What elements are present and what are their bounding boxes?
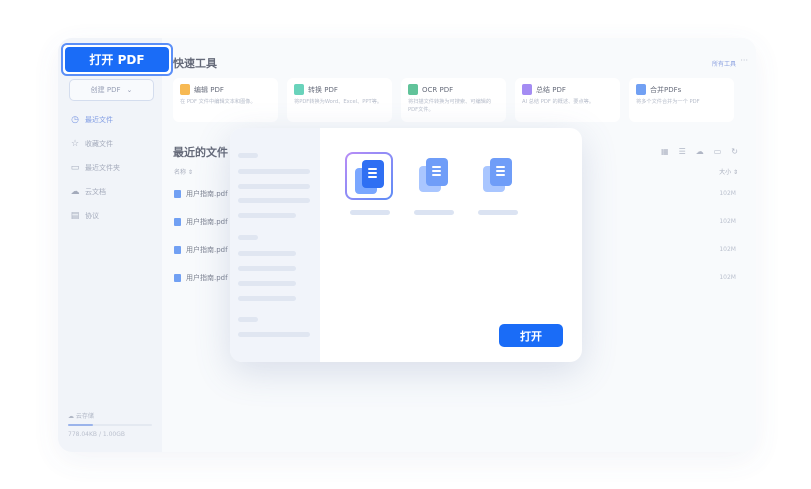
- tool-card-edit-pdf[interactable]: 编辑 PDF 在 PDF 文件中编辑文本和图像。: [173, 78, 278, 122]
- tool-card-title: OCR PDF: [422, 85, 454, 94]
- cloud-storage-label: ☁ 云存储: [68, 413, 94, 420]
- file-name: 用户指南.pdf: [186, 218, 228, 226]
- placeholder-bar: [238, 317, 258, 322]
- placeholder-bar: [238, 281, 296, 286]
- open-pdf-label: 打开 PDF: [65, 47, 169, 72]
- cloud-icon: ☁: [68, 413, 74, 420]
- open-pdf-button[interactable]: 打开 PDF: [61, 43, 173, 76]
- tool-card-title: 转换 PDF: [308, 85, 338, 94]
- summarize-pdf-icon: [522, 84, 532, 95]
- placeholder-bar: [238, 184, 310, 189]
- folder-icon: ▭: [70, 163, 80, 173]
- pdf-doc-icon: [490, 158, 512, 186]
- column-header-size[interactable]: 大小 ⇕: [719, 167, 738, 176]
- sidebar-item-favorites[interactable]: ☆ 收藏文件: [70, 139, 113, 149]
- placeholder-bar: [238, 235, 258, 240]
- all-tools-link[interactable]: 所有工具: [712, 59, 736, 68]
- tool-card-desc: AI 总结 PDF 的概述、要点等。: [522, 99, 595, 105]
- file-size: 102M: [719, 246, 736, 253]
- edit-pdf-icon: [180, 84, 190, 95]
- ocr-pdf-icon: [408, 84, 418, 95]
- pdf-file-tile[interactable]: [411, 152, 459, 200]
- pdf-file-icon: [174, 218, 181, 226]
- file-label-placeholder: [350, 210, 390, 215]
- placeholder-bar: [238, 169, 310, 174]
- file-size: 102M: [719, 218, 736, 225]
- placeholder-bar: [238, 266, 296, 271]
- placeholder-bar: [238, 296, 296, 301]
- tool-card-merge-pdfs[interactable]: 合并PDFs 将多个文件合并为一个 PDF: [629, 78, 734, 122]
- column-header-name[interactable]: 名称 ⇕: [174, 167, 193, 176]
- document-icon: ▤: [70, 211, 80, 221]
- grid-view-icon[interactable]: ▦: [661, 147, 669, 156]
- file-row[interactable]: 用户指南.pdf: [174, 217, 228, 227]
- file-size: 102M: [719, 274, 736, 281]
- storage-used-text: 778.04KB / 1.00GB: [68, 431, 126, 438]
- cloud-upload-icon[interactable]: ☁: [696, 147, 704, 156]
- sidebar-item-agreement[interactable]: ▤ 协议: [70, 211, 99, 221]
- file-label-placeholder: [478, 210, 518, 215]
- sidebar-item-recent-folders[interactable]: ▭ 最近文件夹: [70, 163, 120, 173]
- open-file-dialog: 打开: [230, 128, 582, 362]
- merge-pdf-icon: [636, 84, 646, 95]
- convert-pdf-icon: [294, 84, 304, 95]
- selected-pdf-file-tile[interactable]: [345, 152, 393, 200]
- folder-open-icon[interactable]: ▭: [714, 147, 722, 156]
- tool-card-ocr-pdf[interactable]: OCR PDF 将扫描文件转换为可搜索、可编辑的PDF文件。: [401, 78, 506, 122]
- placeholder-bar: [238, 332, 310, 337]
- pdf-file-icon: [174, 274, 181, 282]
- tool-card-desc: 将多个文件合并为一个 PDF: [636, 99, 700, 105]
- file-label-placeholder: [414, 210, 454, 215]
- dialog-open-button[interactable]: 打开: [499, 324, 563, 347]
- recent-files-title: 最近的文件: [173, 146, 228, 159]
- pdf-file-tile[interactable]: [475, 152, 523, 200]
- placeholder-bar: [238, 153, 258, 158]
- tool-card-convert-pdf[interactable]: 转换 PDF 将PDF转换为Word、Excel、PPT等。: [287, 78, 392, 122]
- pdf-file-icon: [174, 246, 181, 254]
- sidebar-item-label: 最近文件: [85, 116, 113, 124]
- quick-tools-title: 快速工具: [173, 57, 217, 70]
- list-view-icon[interactable]: ☰: [679, 147, 686, 156]
- pdf-doc-icon: [362, 160, 384, 188]
- sidebar-item-label: 收藏文件: [85, 140, 113, 148]
- chevron-down-icon: ⌄: [126, 86, 133, 94]
- cloud-icon: ☁: [70, 187, 80, 197]
- placeholder-bar: [238, 213, 296, 218]
- file-name: 用户指南.pdf: [186, 274, 228, 282]
- sidebar-item-label: 协议: [85, 212, 99, 220]
- file-row[interactable]: 用户指南.pdf: [174, 189, 228, 199]
- file-row[interactable]: 用户指南.pdf: [174, 245, 228, 255]
- new-pdf-label: 创建 PDF: [90, 86, 121, 94]
- file-name: 用户指南.pdf: [186, 246, 228, 254]
- storage-progress-bar: [68, 424, 152, 426]
- tool-card-desc: 将PDF转换为Word、Excel、PPT等。: [294, 99, 383, 105]
- file-name: 用户指南.pdf: [186, 190, 228, 198]
- refresh-icon[interactable]: ↻: [731, 147, 738, 156]
- list-toolbar: ▦ ☰ ☁ ▭ ↻: [661, 147, 738, 156]
- tool-card-title: 合并PDFs: [650, 85, 682, 94]
- file-row[interactable]: 用户指南.pdf: [174, 273, 228, 283]
- tool-card-desc: 在 PDF 文件中编辑文本和图像。: [180, 99, 256, 105]
- sidebar-item-label: 最近文件夹: [85, 164, 120, 172]
- sidebar: 创建 PDF ⌄ ◷ 最近文件 ☆ 收藏文件 ▭ 最近文件夹 ☁ 云文档 ▤ 协…: [58, 38, 162, 452]
- placeholder-bar: [238, 251, 296, 256]
- sidebar-item-recent[interactable]: ◷ 最近文件: [70, 115, 113, 125]
- screenshot-stage: 创建 PDF ⌄ ◷ 最近文件 ☆ 收藏文件 ▭ 最近文件夹 ☁ 云文档 ▤ 协…: [0, 0, 811, 489]
- placeholder-bar: [238, 198, 310, 203]
- tool-card-title: 编辑 PDF: [194, 85, 224, 94]
- tool-card-desc: 将扫描文件转换为可搜索、可编辑的PDF文件。: [408, 99, 492, 113]
- tool-card-title: 总结 PDF: [536, 85, 566, 94]
- new-pdf-dropdown[interactable]: 创建 PDF ⌄: [69, 79, 154, 101]
- pdf-doc-icon: [426, 158, 448, 186]
- more-options-icon[interactable]: ···: [740, 56, 748, 65]
- storage-progress-fill: [68, 424, 94, 426]
- tool-card-summarize-pdf[interactable]: 总结 PDF AI 总结 PDF 的概述、要点等。: [515, 78, 620, 122]
- star-icon: ☆: [70, 139, 80, 149]
- dialog-sidebar: [230, 128, 320, 362]
- clock-icon: ◷: [71, 115, 79, 125]
- sidebar-item-cloud-docs[interactable]: ☁ 云文档: [70, 187, 107, 197]
- sidebar-item-label: 云文档: [85, 188, 106, 196]
- file-size: 102M: [719, 190, 736, 197]
- pdf-file-icon: [174, 190, 181, 198]
